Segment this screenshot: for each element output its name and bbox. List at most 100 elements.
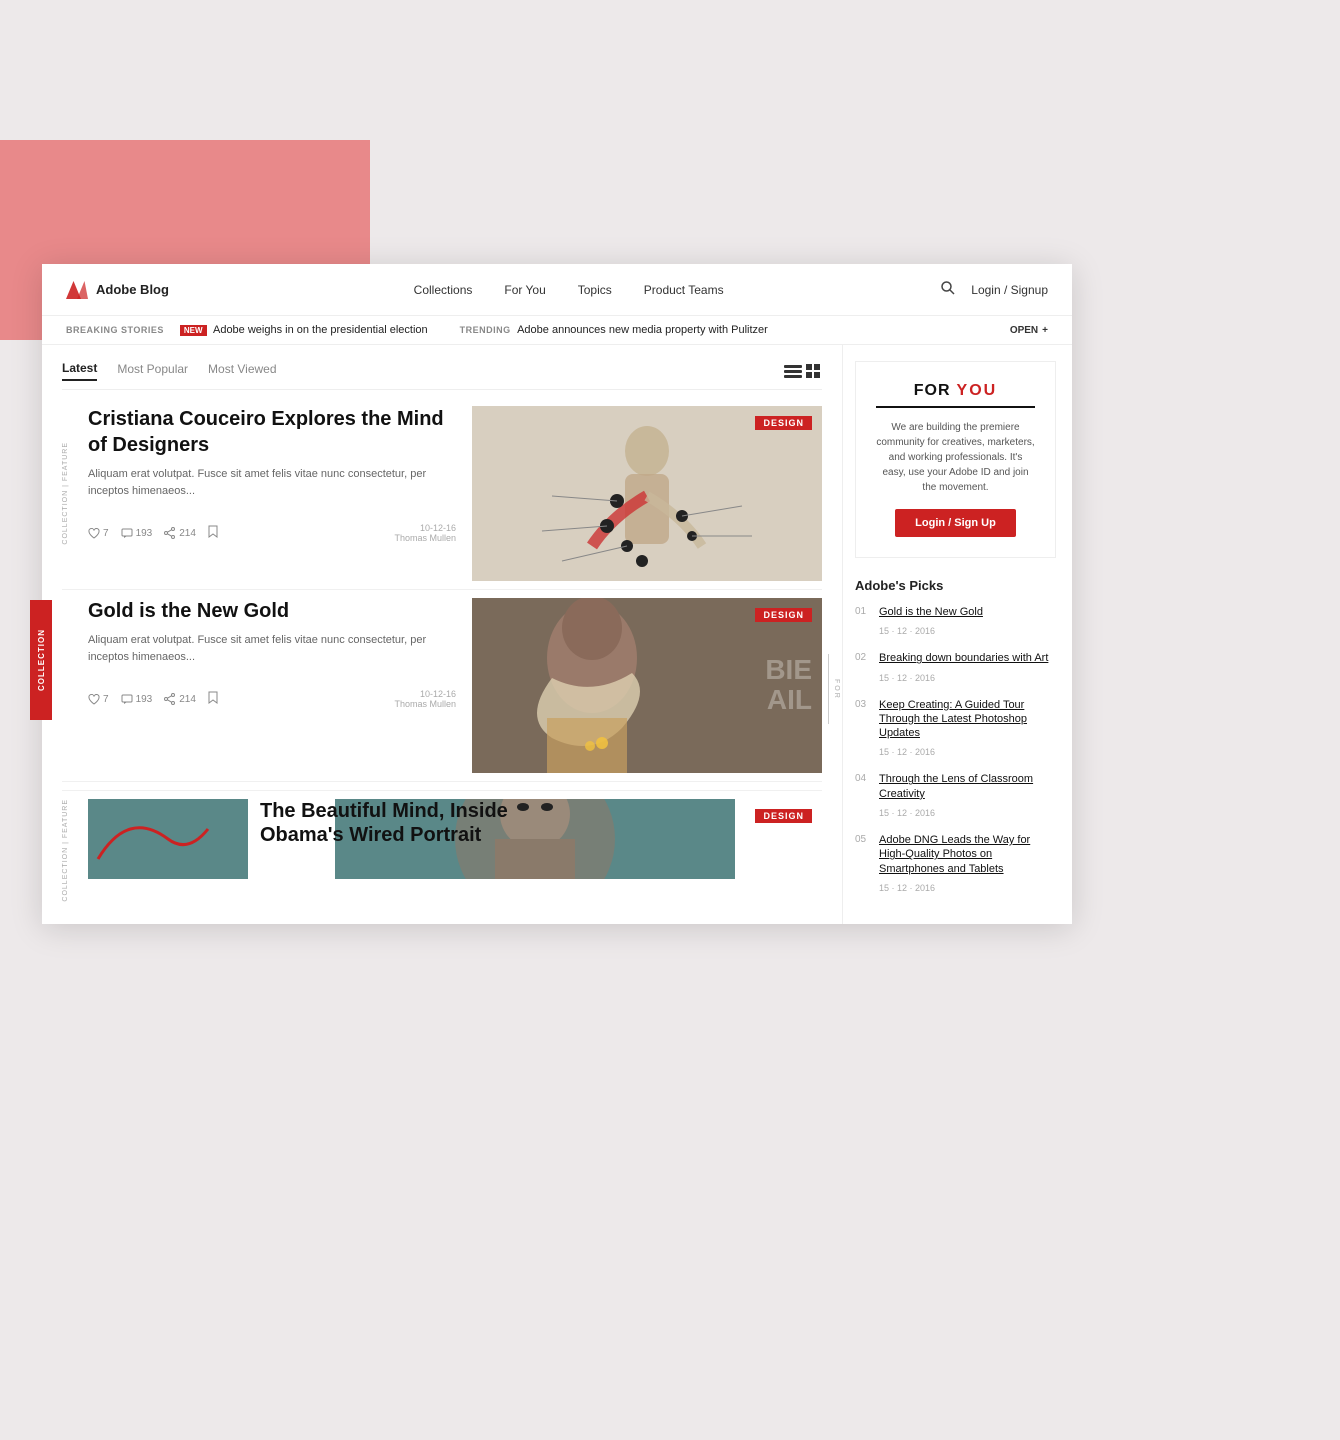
open-button[interactable]: OPEN +: [1010, 325, 1048, 336]
share-icon: [164, 527, 176, 539]
article-card-1: COLLECTION | FEATURE Cristiana Couceiro …: [62, 406, 822, 590]
article-1-side-text: COLLECTION | FEATURE: [62, 442, 69, 545]
article-tabs: Latest Most Popular Most Viewed: [62, 361, 822, 390]
article-2-badge: DESIGN: [755, 608, 812, 622]
you-text: YOU: [957, 382, 998, 400]
article-2-excerpt: Aliquam erat volutpat. Fusce sit amet fe…: [88, 632, 456, 665]
pick-4-date: 15 · 12 · 2016: [879, 808, 935, 818]
browser-window: Adobe Blog Collections For You Topics Pr…: [42, 264, 1072, 924]
breaking-bar: Breaking Stories NEW Adobe weighs in on …: [42, 316, 1072, 345]
adobes-picks-section: Adobe's Picks 01 Gold is the New Gold 15…: [855, 578, 1056, 896]
article-3-thumbnail: [88, 799, 248, 902]
for-you-vertical-tab: FOR: [828, 654, 844, 724]
pick-4-link[interactable]: Through the Lens of Classroom Creativity: [879, 772, 1056, 801]
pick-3-content: Keep Creating: A Guided Tour Through the…: [879, 698, 1056, 761]
article-1-img-placeholder: DESIGN: [472, 406, 822, 581]
side-tab-label: COLLECTION: [37, 629, 46, 691]
left-side-tab: COLLECTION: [30, 600, 52, 720]
bookmark-svg: [208, 525, 218, 538]
article-2-likes: 7: [88, 694, 109, 705]
site-header: Adobe Blog Collections For You Topics Pr…: [42, 264, 1072, 316]
article-3-thumb-svg: [88, 799, 248, 879]
heart-icon-2: [88, 694, 100, 705]
trending-label: TRENDING: [460, 325, 511, 335]
pick-4-content: Through the Lens of Classroom Creativity…: [879, 772, 1056, 821]
article-1-image[interactable]: DESIGN: [472, 406, 822, 581]
for-text: FOR: [914, 382, 951, 400]
article-2-comments: 193: [121, 694, 153, 705]
breaking-story-2[interactable]: Adobe announces new media property with …: [517, 324, 768, 336]
pick-5-number: 05: [855, 833, 871, 846]
article-3-badge: DESIGN: [755, 809, 812, 823]
pick-5-content: Adobe DNG Leads the Way for High-Quality…: [879, 833, 1056, 896]
new-badge: NEW: [180, 325, 207, 336]
pick-3-link[interactable]: Keep Creating: A Guided Tour Through the…: [879, 698, 1056, 741]
bookmark-icon[interactable]: [208, 525, 218, 541]
article-2-title[interactable]: Gold is the New Gold: [88, 598, 456, 624]
article-1-excerpt: Aliquam erat volutpat. Fusce sit amet fe…: [88, 466, 456, 499]
content-area: Latest Most Popular Most Viewed: [42, 345, 1072, 924]
for-you-login-button[interactable]: Login / Sign Up: [895, 509, 1016, 537]
article-3-title[interactable]: The Beautiful Mind, Inside Obama's Wired…: [260, 799, 536, 847]
view-toggle[interactable]: [784, 364, 822, 378]
pick-1-content: Gold is the New Gold 15 · 12 · 2016: [879, 605, 1056, 639]
main-nav: Collections For You Topics Product Teams: [196, 283, 941, 297]
article-3-side-text: COLLECTION | FEATURE: [62, 799, 69, 902]
pick-5-date: 15 · 12 · 2016: [879, 883, 935, 893]
article-2-date-author: 10-12-16 Thomas Mullen: [394, 689, 456, 709]
pick-1-date: 15 · 12 · 2016: [879, 626, 935, 636]
article-card-3: COLLECTION | FEATURE: [62, 790, 822, 902]
pick-2-link[interactable]: Breaking down boundaries with Art: [879, 651, 1056, 665]
search-svg: [941, 281, 955, 295]
pick-4-number: 04: [855, 772, 871, 785]
for-you-heading: FOR YOU: [876, 382, 1035, 408]
comment-icon-2: [121, 694, 133, 705]
article-card-2: Gold is the New Gold Aliquam erat volutp…: [62, 598, 822, 782]
breaking-story-1[interactable]: Adobe weighs in on the presidential elec…: [213, 324, 428, 336]
for-you-vertical-text: FOR: [833, 679, 840, 700]
nav-collections[interactable]: Collections: [414, 283, 473, 297]
login-signup-link[interactable]: Login / Signup: [971, 283, 1048, 297]
breaking-label: Breaking Stories: [66, 325, 164, 335]
article-2-overlay: BIEAIL: [765, 655, 812, 717]
article-1-badge: DESIGN: [755, 416, 812, 430]
pick-1-link[interactable]: Gold is the New Gold: [879, 605, 1056, 619]
for-you-section: FOR YOU We are building the premiere com…: [855, 361, 1056, 558]
tab-most-viewed[interactable]: Most Viewed: [208, 362, 276, 380]
pick-item-3: 03 Keep Creating: A Guided Tour Through …: [855, 698, 1056, 761]
adobe-logo-icon: [66, 281, 88, 299]
pick-1-number: 01: [855, 605, 871, 618]
share-icon-2: [164, 693, 176, 705]
article-1-title[interactable]: Cristiana Couceiro Explores the Mind of …: [88, 406, 456, 458]
article-1-shares: 214: [164, 527, 196, 539]
header-right: Login / Signup: [941, 281, 1048, 298]
article-1-side-label: COLLECTION | FEATURE: [62, 406, 80, 581]
nav-topics[interactable]: Topics: [578, 283, 612, 297]
article-1-likes: 7: [88, 528, 109, 539]
article-3-side-label: COLLECTION | FEATURE: [62, 799, 80, 902]
bookmark-svg-2: [208, 691, 218, 704]
comment-icon: [121, 528, 133, 539]
right-sidebar: FOR FOR YOU We are building the premiere…: [842, 345, 1072, 924]
pick-item-1: 01 Gold is the New Gold 15 · 12 · 2016: [855, 605, 1056, 639]
tab-most-popular[interactable]: Most Popular: [117, 362, 188, 380]
article-2-meta: 7 193: [88, 689, 456, 709]
article-1-text: Cristiana Couceiro Explores the Mind of …: [88, 406, 472, 581]
article-2-text: Gold is the New Gold Aliquam erat volutp…: [62, 598, 472, 773]
article-3-thumb-img: [88, 799, 248, 879]
article-1-meta: 7 193: [88, 523, 456, 543]
search-icon[interactable]: [941, 281, 955, 298]
nav-for-you[interactable]: For You: [504, 283, 545, 297]
nav-product-teams[interactable]: Product Teams: [644, 283, 724, 297]
main-content: Latest Most Popular Most Viewed: [42, 345, 842, 924]
grid-view-icon: [806, 364, 822, 378]
pick-2-content: Breaking down boundaries with Art 15 · 1…: [879, 651, 1056, 685]
article-2-image[interactable]: BIEAIL DESIGN: [472, 598, 822, 773]
bookmark-icon-2[interactable]: [208, 691, 218, 707]
tab-latest[interactable]: Latest: [62, 361, 97, 381]
pick-5-link[interactable]: Adobe DNG Leads the Way for High-Quality…: [879, 833, 1056, 876]
article-1-date-author: 10-12-16 Thomas Mullen: [394, 523, 456, 543]
blog-title: Adobe Blog: [96, 282, 169, 297]
article-1-comments: 193: [121, 528, 153, 539]
logo-area: Adobe Blog: [66, 281, 196, 299]
